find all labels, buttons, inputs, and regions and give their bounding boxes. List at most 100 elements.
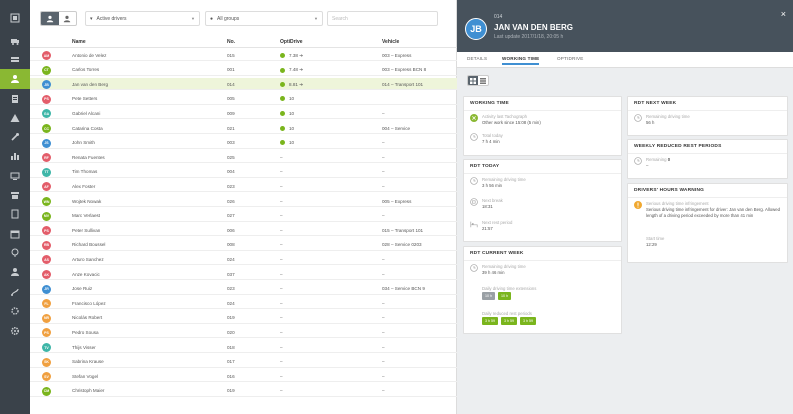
close-icon[interactable]: × xyxy=(781,9,786,19)
table-row[interactable]: NR Nicolás Robert 019 – – xyxy=(30,312,457,324)
table-row[interactable]: AS Arturo Sanchez 024 – – xyxy=(30,253,457,266)
alt-view-icon[interactable] xyxy=(59,12,77,25)
extensions-item: Daily driving time extensions 10 h 10 h xyxy=(482,286,536,300)
table-row[interactable]: AF Alex Foster 023 – – xyxy=(30,180,457,193)
driver-name: Anze Kovacic xyxy=(72,271,100,277)
sidebar-item-drivers[interactable] xyxy=(0,69,30,89)
group-filter-dropdown[interactable]: ● All groups ▼ xyxy=(205,11,323,26)
sidebar-item-calendar[interactable] xyxy=(0,224,30,244)
optidrive-score: – xyxy=(280,330,283,335)
weekly-reduced-label-text: Remaining xyxy=(646,157,667,162)
table-row[interactable]: JR Jose Ruiz 023 – 034 – Service BCN 9 xyxy=(30,283,457,295)
avatar: JS xyxy=(42,138,51,148)
sidebar-item-tools[interactable] xyxy=(0,127,30,147)
driver-filter-dropdown[interactable]: ▾ Active drivers ▼ xyxy=(85,11,200,26)
document-icon xyxy=(10,94,20,104)
table-row[interactable]: WN Wojtek Nowak 026 – 005 – Express xyxy=(30,195,457,207)
sidebar-item-display[interactable] xyxy=(0,166,30,186)
table-row[interactable]: RB Richard Boussel 008 – 028 – Service 0203 xyxy=(30,239,457,251)
card-title: RDT TODAY xyxy=(464,160,621,174)
driver-no: 009 xyxy=(227,110,235,116)
table-row[interactable]: FL Francisco López 024 – – xyxy=(30,297,457,310)
weekly-reduced-item: Remaining 0– xyxy=(634,157,670,169)
sidebar-item-file[interactable] xyxy=(0,204,30,224)
sidebar-item-location[interactable] xyxy=(0,243,30,263)
sidebar-item-user[interactable] xyxy=(0,262,30,282)
next-break-item: Next break 18:31 xyxy=(470,198,503,210)
table-row[interactable]: SK Sabrina Krause 017 – – xyxy=(30,356,457,368)
sidebar-item-truck[interactable] xyxy=(0,31,30,51)
avatar: CC xyxy=(42,124,51,133)
tab-working-time[interactable]: WORKING TIME xyxy=(502,56,540,65)
table-row[interactable]: PS Pedro Sousa 020 – – xyxy=(30,326,457,339)
weekly-reduced-value: 0 xyxy=(667,157,671,162)
tab-optidrive[interactable]: OPTIDRIVE xyxy=(557,56,584,61)
optidrive-score: – xyxy=(280,228,283,233)
sidebar-item-archive[interactable] xyxy=(0,185,30,205)
sidebar-item-gear[interactable] xyxy=(0,321,30,341)
table-row[interactable]: PS Pete Setters 005 10 xyxy=(30,93,457,105)
avatar: RF xyxy=(42,153,51,163)
optidrive-score: – xyxy=(280,242,283,247)
drivers-view-icon[interactable] xyxy=(41,12,59,25)
optidrive-value: – xyxy=(280,388,283,394)
sidebar-item-document[interactable] xyxy=(0,89,30,109)
weekly-reduced-label: Remaining 0 xyxy=(646,157,670,163)
view-toggle[interactable] xyxy=(40,11,77,26)
vehicle: 028 – Service 0203 xyxy=(382,242,422,248)
table-row[interactable]: SV Stefan Vogel 016 – – xyxy=(30,370,457,383)
layout-toggle[interactable] xyxy=(467,75,489,86)
avatar: CT xyxy=(42,65,51,75)
remaining-value: 3 h 56 min xyxy=(482,183,503,188)
driver-name: Francisco López xyxy=(72,300,106,306)
list-view-icon[interactable] xyxy=(478,76,488,85)
sidebar-item-routes[interactable] xyxy=(0,282,30,302)
driver-no: 026 xyxy=(227,198,235,204)
optidrive-value: – xyxy=(280,256,283,262)
table-row[interactable]: GA Gabriel Alcani 009 10 – xyxy=(30,107,457,120)
sidebar xyxy=(0,0,30,414)
table-row[interactable]: CT Carlos Torres 001 7.48 ➔ 003 – Express BC… xyxy=(30,64,457,76)
sidebar-item-alert[interactable] xyxy=(0,108,30,128)
sidebar-item-settings[interactable] xyxy=(0,301,30,321)
sidebar-item-vehicles[interactable] xyxy=(0,50,30,70)
table-row[interactable]: TT Tim Thomas 004 – – xyxy=(30,166,457,178)
vehicle: 003 – Express xyxy=(382,52,412,58)
bed-icon xyxy=(470,221,478,228)
vehicle: – xyxy=(382,373,385,379)
sidebar-item-dashboard[interactable] xyxy=(0,8,30,28)
driver-no: 021 xyxy=(227,125,235,131)
table-row[interactable]: RF Renata Fuentes 025 – – xyxy=(30,151,457,164)
vehicle: – xyxy=(382,388,385,394)
tab-details[interactable]: DETAILS xyxy=(467,56,487,61)
col-vehicle[interactable]: Vehicle xyxy=(382,39,399,45)
optidrive-value: 10 xyxy=(289,125,295,131)
table-row[interactable]: PS Peter Sullivan 006 – 015 – Transport 101 xyxy=(30,224,457,237)
table-row[interactable]: JS John Smith 003 10 – xyxy=(30,137,457,149)
col-no[interactable]: No. xyxy=(227,39,235,45)
card-title: DRIVERS' HOURS WARNING xyxy=(628,184,787,198)
driver-no: 020 xyxy=(227,329,235,335)
search-input[interactable]: Search xyxy=(327,11,438,26)
table-row[interactable]: TV Thijs Visser 018 – – xyxy=(30,341,457,353)
table-row[interactable]: JB Jan van den Berg 014 8.81 ➔ 014 – Transpo… xyxy=(30,78,457,91)
avatar: AF xyxy=(42,182,51,192)
col-name[interactable]: Name xyxy=(72,39,86,45)
filter-icon: ▾ xyxy=(90,15,93,22)
table-row[interactable]: AK Anze Kovacic 037 – – xyxy=(30,268,457,280)
table-row[interactable]: MV Marc Verlaest 027 – – xyxy=(30,210,457,222)
table-row[interactable]: CM Christoph Maier 019 – – xyxy=(30,385,457,397)
col-optidrive[interactable]: OptiDrive xyxy=(280,39,303,45)
week-remaining-value: 39 h 46 min xyxy=(482,270,505,275)
table-row[interactable]: CC Catarina Costa 021 10 004 – Service xyxy=(30,122,457,134)
optidrive-value: – xyxy=(280,169,283,175)
optidrive-score: – xyxy=(280,257,283,262)
avatar: AK xyxy=(42,270,51,279)
table-row[interactable]: AM Antonio de Velez 015 7.38 ➔ 003 – Express xyxy=(30,49,457,61)
card-title: RDT NEXT WEEK xyxy=(628,97,787,111)
optidrive-score: – xyxy=(280,272,283,277)
driver-name: Catarina Costa xyxy=(72,125,103,131)
grid-view-icon[interactable] xyxy=(468,76,478,85)
sidebar-item-chart[interactable] xyxy=(0,146,30,166)
card-title: WEEKLY REDUCED REST PERIODS xyxy=(628,140,787,154)
